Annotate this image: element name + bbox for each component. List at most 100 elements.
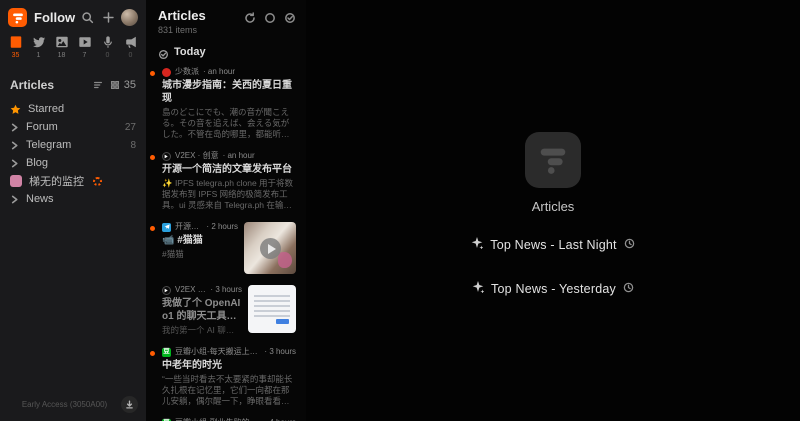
sidebar-item-telegram[interactable]: Telegram 8 [0, 136, 146, 154]
article-item[interactable]: 豆 豆瓣小组-每天搬运上万种好帖围观一起吃瓜… 3 hours 中老年的时光 “… [146, 341, 306, 412]
view-social-count: 1 [37, 52, 41, 59]
view-videos[interactable]: 7 [73, 35, 96, 59]
feed-favicon-telegram [162, 223, 171, 232]
mark-all-read-icon[interactable] [284, 11, 296, 23]
megaphone-icon [124, 35, 138, 49]
article-time: an hour [203, 67, 235, 77]
sidebar-item-label: 梯无的监控 [29, 173, 84, 189]
article-title: 城市漫步指南：关西的夏日重现 [162, 79, 296, 105]
article-time: 3 hours [210, 285, 242, 295]
sidebar-item-blog[interactable]: Blog [0, 154, 146, 172]
daily-report-last-night[interactable]: Top News - Last Night [471, 236, 634, 254]
sync-spinner-icon [93, 177, 102, 186]
unread-filter-icon[interactable] [264, 11, 276, 23]
sidebar-item-monitor-feed[interactable]: 梯无的监控 [0, 172, 146, 190]
article-source: V2EX · 创意 [175, 151, 219, 161]
list-header: Articles 831 items [146, 0, 306, 35]
article-excerpt: ✨ IPFS telegra.ph clone 用于将数据发布到 IPFS 网络… [162, 178, 296, 211]
main-feed-title: Articles [532, 199, 575, 214]
article-title: 📹 #猫猫 [162, 234, 238, 247]
article-excerpt: 島のどこにでも、潮の音が聞こえる。その音を追えば、会える気がした。不管在岛的哪里… [162, 107, 296, 140]
user-avatar[interactable] [121, 9, 138, 26]
article-source: 少数派 [175, 67, 199, 77]
sidebar-item-news[interactable]: News [0, 190, 146, 208]
feed-placeholder-logo [525, 132, 581, 188]
unread-dot [150, 155, 155, 160]
view-social-media[interactable]: 1 [27, 35, 50, 59]
chevron-right-icon [10, 141, 19, 150]
microphone-icon [101, 35, 115, 49]
feed-favicon-sspai [162, 68, 171, 77]
unread-dot [150, 71, 155, 76]
check-circle-icon [158, 47, 169, 58]
sparkle-icon [471, 236, 483, 254]
article-source: 豆瓣小组-每天搬运上万种好帖围观一起吃瓜… [175, 347, 260, 357]
view-audios[interactable]: 0 [96, 35, 119, 59]
list-item-count: 831 items [158, 25, 206, 35]
daily-report-label: Top News - Yesterday [491, 282, 616, 296]
follow-glyph-icon [538, 146, 568, 174]
article-excerpt: #猫猫 [162, 249, 238, 260]
sidebar: Follow 35 1 18 7 [0, 0, 146, 421]
sidebar-unread-count: 35 [124, 79, 136, 91]
unread-dot [150, 226, 155, 231]
chevron-right-icon [10, 195, 19, 204]
add-subscription-icon[interactable] [101, 10, 116, 26]
article-item[interactable]: 开源社区 · Telegram… 2 hours 📹 #猫猫 #猫猫 [146, 216, 306, 279]
sidebar-item-label: Blog [26, 157, 48, 169]
article-item[interactable]: 少数派 an hour 城市漫步指南：关西的夏日重现 島のどこにでも、潮の音が聞… [146, 61, 306, 145]
clock-icon [623, 280, 634, 298]
view-articles[interactable]: 35 [4, 35, 27, 59]
article-item[interactable]: V2EX · 创意 an hour 开源一个简洁的文章发布平台 ✨ IPFS t… [146, 145, 306, 216]
sort-icon[interactable] [93, 80, 103, 90]
article-title: 中老年的时光 [162, 359, 296, 372]
sidebar-item-label: News [26, 193, 54, 205]
sidebar-header: Follow [0, 0, 146, 32]
daily-report-yesterday[interactable]: Top News - Yesterday [472, 280, 634, 298]
app-window: Follow 35 1 18 7 [0, 0, 800, 421]
sidebar-item-count: 27 [125, 122, 136, 133]
sidebar-item-forum[interactable]: Forum 27 [0, 118, 146, 136]
clock-icon [624, 236, 635, 254]
article-title: 开源一个简洁的文章发布平台 [162, 163, 296, 176]
sparkle-icon [472, 280, 484, 298]
list-title: Articles [158, 8, 206, 23]
view-audios-count: 0 [106, 52, 110, 59]
refresh-icon[interactable] [244, 11, 256, 23]
view-pictures[interactable]: 18 [50, 35, 73, 59]
unread-dot [150, 351, 155, 356]
article-item[interactable]: 豆 豆瓣小组-副业失败的一天 4 hours 🐳 开了一单，赚500 开心！这个… [146, 412, 306, 421]
article-time: 3 hours [264, 347, 296, 357]
daily-report-label: Top News - Last Night [490, 238, 616, 252]
sidebar-item-label: Telegram [26, 139, 71, 151]
sidebar-section-header: Articles 35 [0, 66, 146, 100]
article-list-panel: Articles 831 items Today 少数派 an hour [146, 0, 306, 421]
date-group-header[interactable]: Today [146, 35, 306, 61]
search-icon[interactable] [80, 10, 95, 26]
sidebar-item-starred[interactable]: Starred [0, 100, 146, 118]
view-videos-count: 7 [83, 52, 87, 59]
view-toggle-icon[interactable] [110, 80, 120, 90]
feed-favicon-v2ex [162, 152, 171, 161]
date-group-label: Today [174, 46, 206, 58]
view-notifications[interactable]: 0 [119, 35, 142, 59]
twitter-icon [32, 35, 46, 49]
chevron-right-icon [10, 123, 19, 132]
article-item[interactable]: V2EX · 创意 3 hours 我做了个 OpenAI o1 的聊天工具站，… [146, 279, 306, 341]
feed-favicon [10, 175, 22, 187]
sidebar-footer: Early Access (3050A00) [0, 389, 146, 421]
follow-logo [8, 8, 27, 27]
chevron-right-icon [10, 159, 19, 168]
picture-icon [55, 35, 69, 49]
article-thumbnail [248, 285, 296, 333]
view-switcher: 35 1 18 7 0 0 [0, 32, 146, 66]
download-button[interactable] [121, 396, 138, 413]
app-title: Follow [34, 10, 75, 25]
article-excerpt: “一些当时看去不太要紧的事却能长久扎根在记忆里，它们一向都在那儿安躺，偶尔醒一下… [162, 374, 296, 407]
articles-icon [9, 35, 23, 49]
article-source: 开源社区 · Telegram… [175, 222, 202, 232]
view-pictures-count: 18 [58, 52, 66, 59]
video-thumbnail[interactable] [244, 222, 296, 274]
article-title: 我做了个 OpenAI o1 的聊天工具站，给大家免费试用 [162, 297, 242, 323]
play-icon [260, 238, 281, 259]
